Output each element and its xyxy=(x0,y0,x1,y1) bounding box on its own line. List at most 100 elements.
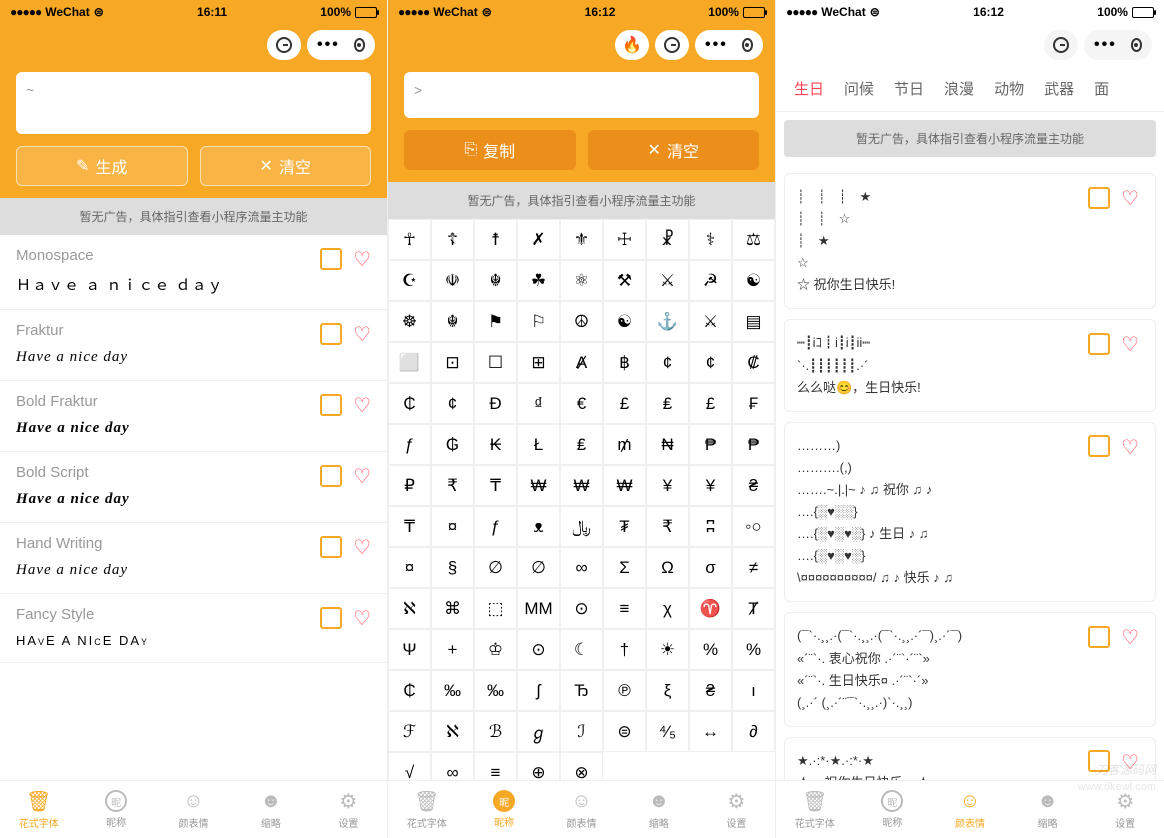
copy-button[interactable]: ⎘复制 xyxy=(404,130,576,170)
copy-icon[interactable] xyxy=(323,610,341,628)
symbol-cell[interactable]: ℵ xyxy=(388,588,431,629)
symbol-cell[interactable]: Σ xyxy=(603,547,646,588)
symbol-cell[interactable]: ₴ xyxy=(732,465,775,506)
symbol-cell[interactable]: ⚛ xyxy=(560,260,603,301)
history-button[interactable] xyxy=(655,30,689,60)
symbol-cell[interactable]: ☩ xyxy=(603,219,646,260)
symbol-cell[interactable]: ℬ xyxy=(474,711,517,752)
symbol-cell[interactable]: ⊜ xyxy=(603,711,646,752)
symbol-cell[interactable]: χ xyxy=(646,588,689,629)
symbol-cell[interactable]: ≠ xyxy=(732,547,775,588)
symbol-cell[interactable]: ᴥ xyxy=(517,506,560,547)
symbol-cell[interactable]: ¤ xyxy=(431,506,474,547)
symbol-cell[interactable]: £ xyxy=(603,383,646,424)
text-input[interactable]: > xyxy=(404,72,759,118)
nav-short[interactable]: ☻缩略 xyxy=(1009,781,1087,838)
emoji-card[interactable]: ♡………) ……….(,) …….~.|.|~ ♪ ♫ 祝你 ♫ ♪ ….{░♥… xyxy=(784,422,1156,603)
symbol-cell[interactable]: ☦ xyxy=(431,219,474,260)
symbol-cell[interactable]: ⁴⁄₅ xyxy=(646,711,689,752)
symbol-cell[interactable]: ♔ xyxy=(474,629,517,670)
symbol-cell[interactable]: ☪ xyxy=(388,260,431,301)
symbol-cell[interactable]: ☾ xyxy=(560,629,603,670)
copy-icon[interactable] xyxy=(1091,629,1109,647)
font-list[interactable]: ♡ Monospace Ｈａｖｅ ａ ｎｉｃｅ ｄａｙ ♡ Fraktur Ha… xyxy=(0,235,387,780)
symbol-cell[interactable]: ₲ xyxy=(431,424,474,465)
symbol-cell[interactable]: ₡ xyxy=(732,342,775,383)
symbol-cell[interactable]: ≡ xyxy=(474,752,517,780)
nav-short[interactable]: ☻缩略 xyxy=(232,781,309,838)
symbol-cell[interactable]: σ xyxy=(689,547,732,588)
generate-button[interactable]: ✎生成 xyxy=(16,146,188,186)
symbol-cell[interactable]: ☭ xyxy=(689,260,732,301)
tab-romance[interactable]: 浪漫 xyxy=(934,66,984,111)
symbol-cell[interactable]: ฿ xyxy=(603,342,646,383)
symbol-cell[interactable]: ₱ xyxy=(689,424,732,465)
symbol-cell[interactable]: ₽ xyxy=(388,465,431,506)
symbol-cell[interactable]: √ xyxy=(388,752,431,780)
copy-icon[interactable] xyxy=(1091,438,1109,456)
symbol-cell[interactable]: ₴ xyxy=(689,670,732,711)
symbol-cell[interactable]: ƒ xyxy=(474,506,517,547)
symbol-cell[interactable]: ▤ xyxy=(732,301,775,342)
symbol-cell[interactable]: ◦○ xyxy=(732,506,775,547)
symbol-cell[interactable]: Ł xyxy=(517,424,560,465)
symbol-cell[interactable]: ☯ xyxy=(603,301,646,342)
symbol-cell[interactable]: ‰ xyxy=(474,670,517,711)
tab-birthday[interactable]: 生日 xyxy=(784,66,834,111)
nav-nickname[interactable]: 昵昵称 xyxy=(465,781,542,838)
symbol-cell[interactable]: ⚔ xyxy=(689,301,732,342)
heart-icon[interactable]: ♡ xyxy=(353,247,371,272)
capsule-menu[interactable]: ••• xyxy=(695,30,763,60)
symbol-cell[interactable]: ⬚ xyxy=(474,588,517,629)
text-input[interactable]: ~ xyxy=(16,72,371,134)
symbol-cell[interactable]: ⌘ xyxy=(431,588,474,629)
tab-face[interactable]: 面 xyxy=(1084,66,1119,111)
emoji-card[interactable]: ♡┊ ┊ ┊ ★ ┊ ┊ ☆ ┊ ★ ☆ ☆ 祝你生日快乐! xyxy=(784,173,1156,309)
symbol-cell[interactable]: ƒ xyxy=(388,424,431,465)
symbol-cell[interactable]: ₭ xyxy=(474,424,517,465)
symbol-cell[interactable]: ₫ xyxy=(517,383,560,424)
nav-fonts[interactable]: 🗑花式字体 xyxy=(0,781,77,838)
symbol-cell[interactable]: ℗ xyxy=(603,670,646,711)
symbol-cell[interactable]: ₦ xyxy=(646,424,689,465)
symbol-cell[interactable]: Ⱦ xyxy=(732,588,775,629)
history-button[interactable] xyxy=(1044,30,1078,60)
font-card[interactable]: ♡ Bold Script Have a nice day xyxy=(0,452,387,523)
symbol-cell[interactable]: ₸ xyxy=(474,465,517,506)
symbol-cell[interactable]: ✗ xyxy=(517,219,560,260)
symbol-cell[interactable]: ∞ xyxy=(431,752,474,780)
symbol-cell[interactable]: ♈ xyxy=(689,588,732,629)
hot-button[interactable]: 🔥 xyxy=(615,30,649,60)
symbol-cell[interactable]: Đ xyxy=(474,383,517,424)
nav-emoji[interactable]: ☺颜表情 xyxy=(931,781,1009,838)
heart-icon[interactable]: ♡ xyxy=(353,535,371,560)
symbol-cell[interactable]: ☨ xyxy=(474,219,517,260)
symbol-cell[interactable]: ⚔ xyxy=(646,260,689,301)
tab-weapon[interactable]: 武器 xyxy=(1034,66,1084,111)
symbol-cell[interactable]: ¥ xyxy=(689,465,732,506)
symbol-cell[interactable]: ⊙ xyxy=(517,629,560,670)
heart-icon[interactable]: ♡ xyxy=(1121,625,1139,650)
symbol-cell[interactable]: ☫ xyxy=(431,260,474,301)
symbol-cell[interactable]: Ω xyxy=(646,547,689,588)
clear-button[interactable]: ✕清空 xyxy=(588,130,760,170)
copy-icon[interactable] xyxy=(1091,190,1109,208)
copy-icon[interactable] xyxy=(323,397,341,415)
symbol-cell[interactable]: + xyxy=(431,629,474,670)
symbol-cell[interactable]: † xyxy=(603,629,646,670)
nav-nickname[interactable]: 昵昵称 xyxy=(854,781,932,838)
symbol-cell[interactable]: € xyxy=(560,383,603,424)
font-card[interactable]: ♡ Hand Writing Have a nice day xyxy=(0,523,387,594)
symbol-cell[interactable]: ʃ xyxy=(517,670,560,711)
nav-short[interactable]: ☻缩略 xyxy=(620,781,697,838)
symbol-cell[interactable]: ₣ xyxy=(732,383,775,424)
symbol-cell[interactable]: ☘ xyxy=(517,260,560,301)
heart-icon[interactable]: ♡ xyxy=(353,393,371,418)
symbol-cell[interactable]: ξ xyxy=(646,670,689,711)
symbol-cell[interactable]: Ψ xyxy=(388,629,431,670)
symbol-cell[interactable]: ⊙ xyxy=(560,588,603,629)
heart-icon[interactable]: ♡ xyxy=(1121,332,1139,357)
symbol-cell[interactable]: ₩ xyxy=(517,465,560,506)
symbol-cell[interactable]: ≡ xyxy=(603,588,646,629)
symbol-cell[interactable]: ₸ xyxy=(388,506,431,547)
